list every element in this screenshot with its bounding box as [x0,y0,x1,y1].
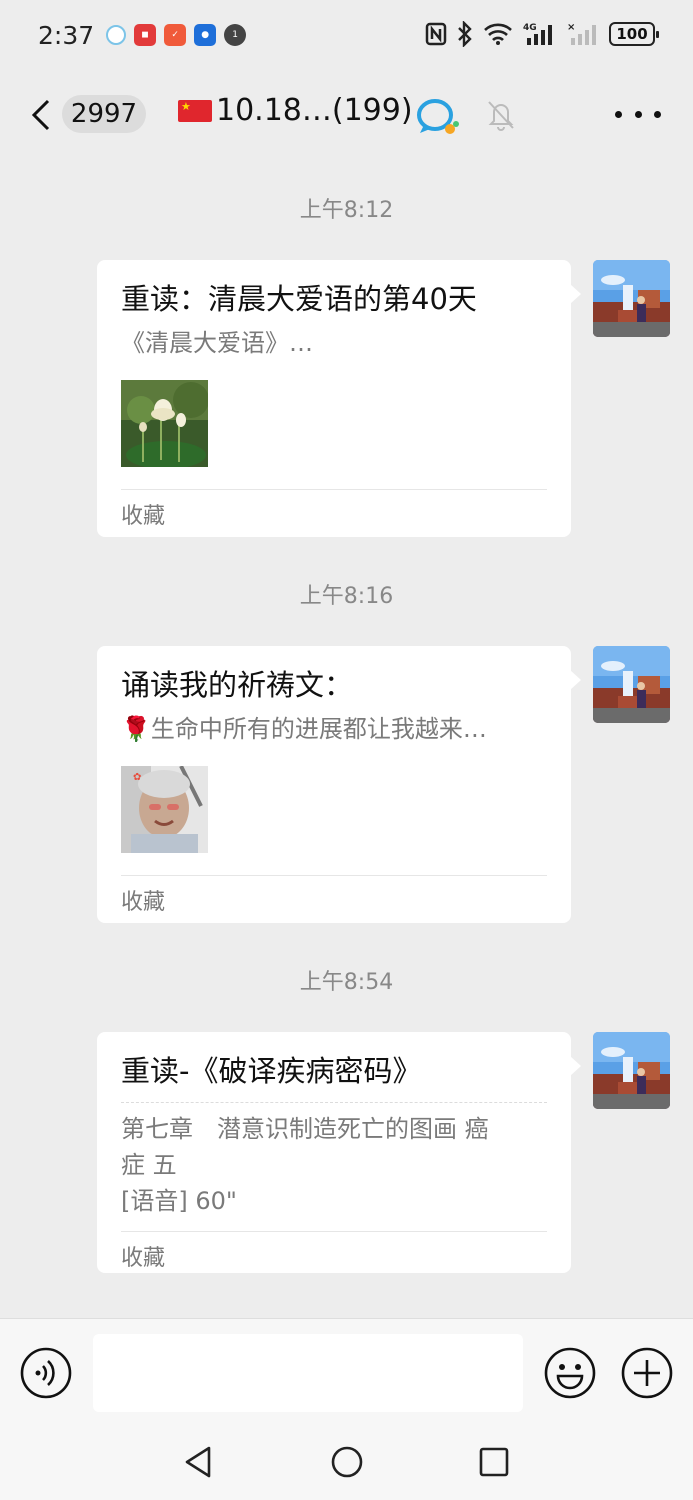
card-title: 重读-《破译疾病密码》 [121,1054,422,1088]
card-footer: 收藏 [121,875,547,923]
chat-title-text: 10.18…(199) [216,93,413,128]
plus-icon [621,1347,673,1399]
svg-text:4G: 4G [523,23,537,33]
circle-home-icon [331,1446,363,1478]
nav-back-button[interactable] [181,1444,217,1480]
card-title: 诵读我的祈祷文： [121,668,354,702]
square-recents-icon [479,1447,509,1477]
voice-duration: [语音] 60" [121,1187,237,1215]
chat-title[interactable]: 10.18…(199) [178,93,413,128]
battery-indicator: 100 [609,22,659,46]
divider [121,1102,547,1103]
more-functions-button[interactable] [621,1347,673,1399]
smiley-icon [544,1347,596,1399]
nav-recents-button[interactable] [476,1444,512,1480]
wifi-icon [483,20,513,48]
chevron-left-icon [31,99,50,131]
card-footer: 收藏 [121,1231,547,1279]
red-app-icon: ✓ [164,24,187,46]
more-dot-icon [654,110,661,118]
description-line: 症 五 [121,1151,177,1179]
news-app-icon: ◼ [134,24,157,46]
chat-bubble-icon [106,25,127,45]
svg-text:×: × [567,22,575,33]
favorite-card-message[interactable]: 重读：清晨大爱语的第40天 《清晨大爱语》… 收藏 [97,260,581,537]
notification-icons: ◼ ✓ ● 1 [106,24,247,46]
mute-bell-icon [486,99,516,131]
nav-home-button[interactable] [329,1444,365,1480]
avatar[interactable] [593,1032,670,1109]
back-button[interactable] [28,95,58,135]
more-dot-icon [634,110,642,118]
input-bar [0,1318,693,1426]
svg-text:✿: ✿ [133,772,141,783]
emoji-button[interactable] [544,1347,596,1399]
nfc-icon [425,20,447,48]
favorite-card-message[interactable]: 诵读我的祈祷文： 🌹生命中所有的进展都让我越来… ✿ 收藏 [97,646,581,923]
message-timestamp: 上午8:12 [299,198,394,223]
portrait-photo-thumbnail: ✿ [121,766,208,853]
voice-icon [20,1347,72,1399]
signal-nosim-icon: × [567,20,599,48]
avatar[interactable] [593,646,670,723]
group-chat-bubble-icon[interactable] [416,97,460,137]
status-bar: 2:37 ◼ ✓ ● 1 4G × 100 [0,0,693,70]
lotus-photo-thumbnail [121,380,208,467]
blue-app-icon: ● [194,24,217,46]
signal-4g-icon: 4G [523,20,557,48]
bluetooth-icon [457,20,473,48]
circle-app-icon: 1 [224,24,247,46]
system-status: 4G × 100 [425,20,659,48]
message-timestamp: 上午8:54 [299,970,394,995]
card-description: 《清晨大爱语》… [121,329,313,357]
china-flag-icon [178,99,212,122]
card-footer: 收藏 [121,489,547,537]
voice-input-button[interactable] [20,1347,72,1399]
message-timestamp: 上午8:16 [299,584,394,609]
description-line: 第七章 潜意识制造死亡的图画 癌 [121,1115,489,1143]
triangle-back-icon [185,1446,211,1478]
favorite-card-message[interactable]: 重读-《破译疾病密码》 第七章 潜意识制造死亡的图画 癌 症 五 [语音] 60… [97,1032,581,1273]
message-input[interactable] [93,1334,523,1412]
more-dot-icon [615,110,622,118]
chat-header: 2997 10.18…(199) [0,75,693,155]
status-time: 2:37 [38,20,95,50]
avatar[interactable] [593,260,670,337]
more-options-button[interactable] [615,99,661,129]
card-title: 重读：清晨大爱语的第40天 [121,282,477,316]
card-description: 🌹生命中所有的进展都让我越来… [121,715,487,743]
card-description: 第七章 潜意识制造死亡的图画 癌 症 五 [语音] 60" [121,1111,547,1219]
unread-count-badge[interactable]: 2997 [62,95,146,133]
system-navigation-bar [0,1426,693,1500]
